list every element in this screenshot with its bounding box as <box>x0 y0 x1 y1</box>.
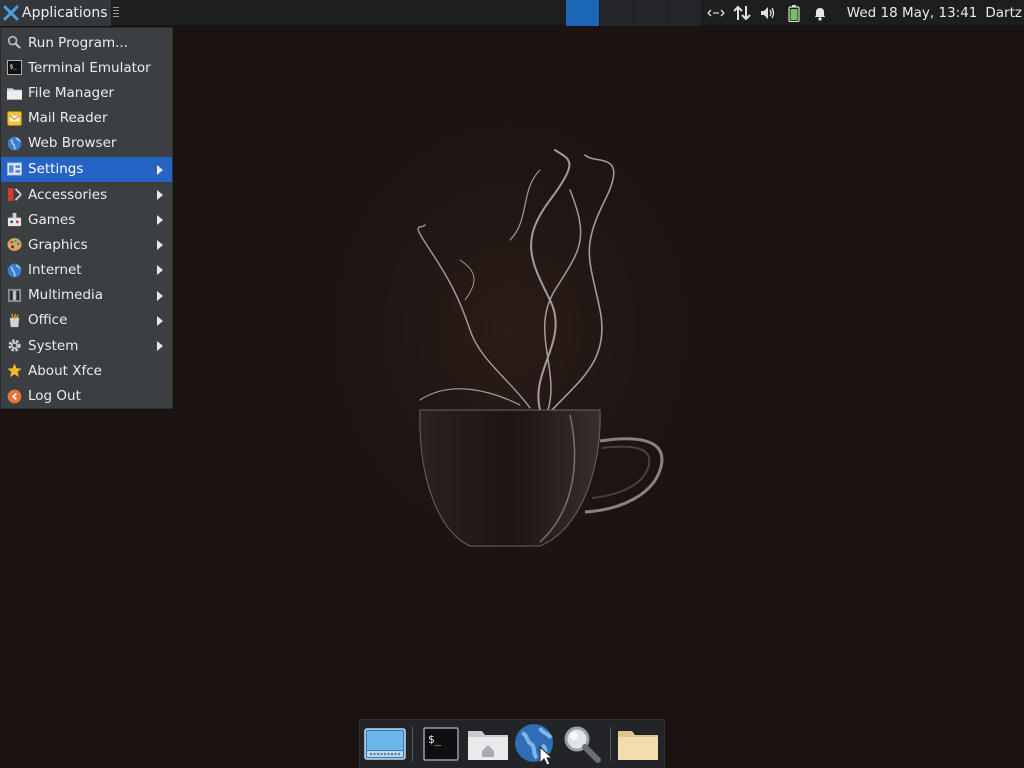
menu-item-label: Settings <box>28 161 84 178</box>
system-tray: Wed 18 May, 13:41 Dartz <box>703 0 1024 26</box>
globe-icon <box>6 135 22 151</box>
folder-icon <box>6 85 22 101</box>
terminal-icon: $_ <box>422 727 459 761</box>
globe-icon <box>6 262 22 278</box>
submenu-arrow-icon <box>157 189 163 200</box>
workspace-2[interactable] <box>600 0 634 26</box>
dock-terminal[interactable]: $_ <box>419 722 462 766</box>
menu-item-file-manager[interactable]: File Manager <box>1 80 172 105</box>
menu-item-web-browser[interactable]: Web Browser <box>1 131 172 156</box>
menu-item-about-xfce[interactable]: About Xfce <box>1 358 172 383</box>
dock-separator <box>609 727 611 761</box>
top-panel: Applications Wed 18 May, 13:41 Dartz <box>0 0 1024 26</box>
menu-item-log-out[interactable]: Log Out <box>1 383 172 408</box>
dock-show-desktop[interactable] <box>363 722 406 766</box>
app-finder-icon <box>564 726 602 763</box>
palette-icon <box>6 237 22 253</box>
dock: $_ <box>359 719 665 768</box>
panel-handle[interactable] <box>112 6 119 19</box>
submenu-arrow-icon <box>157 290 163 301</box>
clock[interactable]: Wed 18 May, 13:41 <box>847 5 978 21</box>
menu-item-label: Log Out <box>28 388 81 405</box>
menu-item-label: System <box>28 337 79 354</box>
multimedia-icon <box>6 287 22 303</box>
menu-item-label: Mail Reader <box>28 110 108 127</box>
menu-item-label: Office <box>28 312 68 329</box>
menu-item-label: Run Program... <box>28 34 129 51</box>
data-transfer-icon[interactable] <box>733 4 751 22</box>
user-name[interactable]: Dartz <box>985 5 1022 21</box>
star-icon <box>6 363 22 379</box>
magnifier-icon <box>6 35 22 51</box>
applications-menu: Run Program... $_ Terminal Emulator File… <box>0 27 173 409</box>
battery-icon[interactable] <box>785 4 803 22</box>
dock-app-finder[interactable] <box>561 722 604 766</box>
menu-item-label: Multimedia <box>28 287 104 304</box>
submenu-arrow-icon <box>157 215 163 226</box>
menu-item-accessories[interactable]: Accessories <box>1 182 172 207</box>
workspace-switcher <box>566 0 702 26</box>
submenu-arrow-icon <box>157 240 163 251</box>
dock-folder[interactable] <box>617 722 660 766</box>
submenu-arrow-icon <box>157 341 163 352</box>
workspace-1[interactable] <box>566 0 600 26</box>
applications-label: Applications <box>22 4 108 21</box>
network-icon[interactable] <box>707 4 725 22</box>
menu-item-games[interactable]: Games <box>1 207 172 232</box>
coffee-cup-wallpaper <box>417 149 664 547</box>
terminal-icon: $_ <box>6 60 22 76</box>
menu-item-run-program[interactable]: Run Program... <box>1 30 172 55</box>
accessories-icon <box>6 187 22 203</box>
menu-item-terminal-emulator[interactable]: $_ Terminal Emulator <box>1 55 172 80</box>
menu-item-label: Terminal Emulator <box>28 59 151 76</box>
workspace-4[interactable] <box>668 0 702 26</box>
menu-item-office[interactable]: Office <box>1 308 172 333</box>
xfce-logo-icon <box>3 5 19 20</box>
menu-item-label: About Xfce <box>28 362 102 379</box>
menu-item-label: Accessories <box>28 186 108 203</box>
show-desktop-icon <box>363 728 406 760</box>
workspace-3[interactable] <box>634 0 668 26</box>
gear-icon <box>6 338 22 354</box>
menu-item-label: Games <box>28 211 76 228</box>
home-folder-icon <box>467 731 508 760</box>
svg-text:$_: $_ <box>9 63 17 71</box>
menu-item-internet[interactable]: Internet <box>1 257 172 282</box>
menu-item-label: File Manager <box>28 84 115 101</box>
svg-text:$_: $_ <box>428 733 442 746</box>
submenu-arrow-icon <box>157 315 163 326</box>
volume-icon[interactable] <box>759 4 777 22</box>
submenu-arrow-icon <box>157 164 163 175</box>
web-browser-icon <box>515 724 554 765</box>
menu-item-label: Web Browser <box>28 135 117 152</box>
notification-bell-icon[interactable] <box>811 4 829 22</box>
mail-icon <box>6 110 22 126</box>
logout-icon <box>6 388 22 404</box>
dock-separator <box>412 727 414 761</box>
menu-item-settings[interactable]: Settings <box>1 156 172 182</box>
menu-item-label: Graphics <box>28 236 88 253</box>
menu-item-graphics[interactable]: Graphics <box>1 232 172 257</box>
menu-item-label: Internet <box>28 262 82 279</box>
dock-home-folder[interactable] <box>466 722 509 766</box>
games-icon <box>6 212 22 228</box>
menu-item-system[interactable]: System <box>1 333 172 358</box>
menu-item-multimedia[interactable]: Multimedia <box>1 283 172 308</box>
office-icon <box>6 312 22 328</box>
applications-menu-button[interactable]: Applications <box>0 0 111 26</box>
dock-web-browser[interactable] <box>514 722 557 766</box>
settings-icon <box>6 161 22 177</box>
menu-item-mail-reader[interactable]: Mail Reader <box>1 106 172 131</box>
submenu-arrow-icon <box>157 265 163 276</box>
folder-icon <box>618 731 659 760</box>
